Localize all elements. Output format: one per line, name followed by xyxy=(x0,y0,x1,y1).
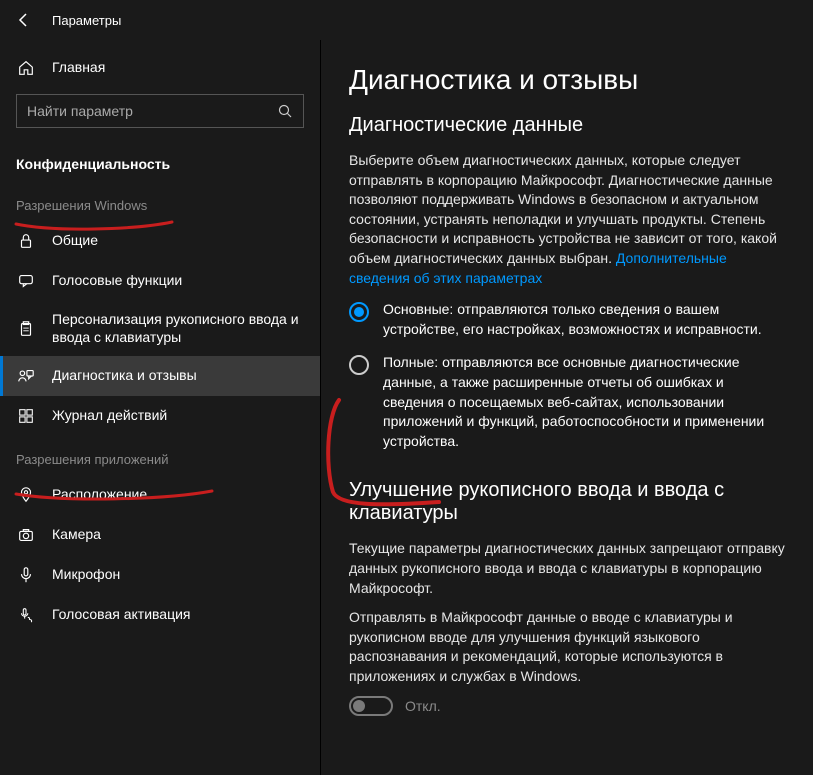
lock-icon xyxy=(16,231,36,251)
sidebar-item-camera[interactable]: Камера xyxy=(0,515,320,555)
section-body-muted: Отправлять в Майкрософт данные о вводе с… xyxy=(349,608,785,686)
sidebar-item-label: Общие xyxy=(52,232,98,250)
location-icon xyxy=(16,485,36,505)
search-input[interactable] xyxy=(27,103,277,119)
sidebar-item-label: Главная xyxy=(52,59,105,77)
section-body: Выберите объем диагностических данных, к… xyxy=(349,151,785,288)
sidebar-item-home[interactable]: Главная xyxy=(0,48,320,88)
sidebar-item-general[interactable]: Общие xyxy=(0,221,320,261)
sidebar-item-speech[interactable]: Голосовые функции xyxy=(0,261,320,301)
warning-text: Текущие параметры диагностических данных… xyxy=(349,539,785,598)
search-input-wrap[interactable] xyxy=(16,94,304,128)
radio-label: Полные: отправляются все основные диагно… xyxy=(383,353,785,451)
sidebar-group-windows-permissions: Разрешения Windows xyxy=(0,182,320,221)
voice-activation-icon xyxy=(16,605,36,625)
section-title-improve-inking: Улучшение рукописного ввода и ввода с кл… xyxy=(349,479,785,525)
radio-icon[interactable] xyxy=(349,355,369,375)
sidebar-group-app-permissions: Разрешения приложений xyxy=(0,436,320,475)
back-button[interactable] xyxy=(16,12,32,28)
speech-icon xyxy=(16,271,36,291)
sidebar-item-label: Расположение xyxy=(52,486,147,504)
microphone-icon xyxy=(16,565,36,585)
sidebar-item-label: Микрофон xyxy=(52,566,120,584)
sidebar-item-diagnostics[interactable]: Диагностика и отзывы xyxy=(0,356,320,396)
sidebar-item-inking[interactable]: Персонализация рукописного ввода и ввода… xyxy=(0,301,320,356)
radio-icon[interactable] xyxy=(349,302,369,322)
sidebar-item-label: Журнал действий xyxy=(52,407,167,425)
page-title: Диагностика и отзывы xyxy=(349,64,785,96)
sidebar-item-microphone[interactable]: Микрофон xyxy=(0,555,320,595)
toggle-inking xyxy=(349,696,393,716)
window-title: Параметры xyxy=(52,13,121,28)
radio-option-full[interactable]: Полные: отправляются все основные диагно… xyxy=(349,353,785,451)
radio-label: Основные: отправляются только сведения о… xyxy=(383,300,785,339)
clipboard-icon xyxy=(16,319,36,339)
section-title-diagnostic-data: Диагностические данные xyxy=(349,114,785,137)
content-pane: Диагностика и отзывы Диагностические дан… xyxy=(320,40,813,775)
sidebar-item-label: Камера xyxy=(52,526,101,544)
sidebar: Главная Конфиденциальность Разрешения Wi… xyxy=(0,40,320,775)
radio-option-basic[interactable]: Основные: отправляются только сведения о… xyxy=(349,300,785,339)
home-icon xyxy=(16,58,36,78)
sidebar-item-location[interactable]: Расположение xyxy=(0,475,320,515)
sidebar-item-activity[interactable]: Журнал действий xyxy=(0,396,320,436)
feedback-icon xyxy=(16,366,36,386)
sidebar-item-label: Голосовая активация xyxy=(52,606,191,624)
sidebar-item-voice-activation[interactable]: Голосовая активация xyxy=(0,595,320,635)
toggle-label: Откл. xyxy=(405,698,441,714)
sidebar-item-label: Диагностика и отзывы xyxy=(52,367,197,385)
search-icon xyxy=(277,103,293,119)
camera-icon xyxy=(16,525,36,545)
sidebar-item-label: Персонализация рукописного ввода и ввода… xyxy=(52,311,304,346)
sidebar-item-label: Голосовые функции xyxy=(52,272,182,290)
sidebar-section-privacy: Конфиденциальность xyxy=(0,142,320,182)
activity-icon xyxy=(16,406,36,426)
